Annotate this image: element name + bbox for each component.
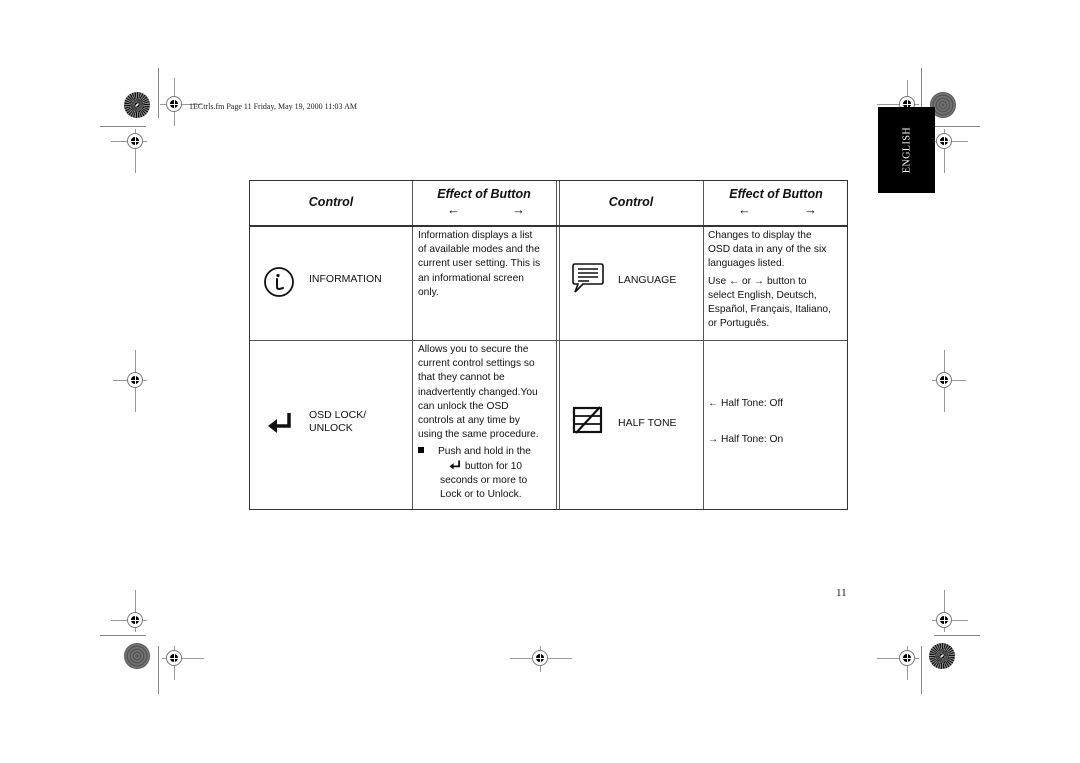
description-line: current user setting. This is <box>418 258 541 270</box>
column-divider <box>412 181 413 509</box>
description-line: controls at any time by <box>418 415 520 427</box>
crop-line <box>100 635 146 636</box>
row-divider <box>250 340 847 341</box>
description-line: OSD data in any of the six <box>708 244 827 256</box>
registration-target-bottom-left <box>124 643 150 669</box>
header-control-2: Control <box>608 195 654 209</box>
bullet-line: Push and hold in the <box>418 445 539 459</box>
control-label-information: INFORMATION <box>309 273 382 285</box>
description-line: languages listed. <box>708 258 785 270</box>
right-arrow-icon: → <box>512 202 525 217</box>
description-line: Changes to display the <box>708 230 812 241</box>
crop-line <box>100 126 146 127</box>
description-line: using the same procedure. <box>418 429 539 441</box>
registration-sunburst-top-left <box>124 92 150 118</box>
option-text: Half Tone: Off <box>721 398 783 409</box>
column-divider <box>703 181 704 509</box>
left-arrow-icon: ← <box>728 275 740 287</box>
right-arrow-icon: → <box>753 275 765 287</box>
language-tab-label: ENGLISH <box>901 126 912 174</box>
bullet-line: button for 10 <box>418 460 539 474</box>
description-line: or Português. <box>708 318 770 330</box>
left-arrow-icon: ← <box>738 202 751 217</box>
half-tone-option-on: → Half Tone: On <box>708 433 783 447</box>
half-tone-option-off: ← Half Tone: Off <box>708 397 783 411</box>
control-label-half-tone: HALF TONE <box>618 417 677 429</box>
left-arrow-icon: ← <box>708 398 719 409</box>
description-line: of available modes and the <box>418 244 540 256</box>
enter-key-icon <box>268 413 291 433</box>
language-speech-bubble-icon <box>572 263 604 293</box>
description-line: that they cannot be <box>418 372 505 384</box>
description-line: only. <box>418 286 439 298</box>
option-text: Half Tone: On <box>721 434 784 445</box>
description-line: Español, Français, Italiano, <box>708 304 831 316</box>
description-line: current control settings so <box>418 358 535 370</box>
right-arrow-icon: → <box>804 202 817 217</box>
header-effect-2: Effect of Button <box>729 187 823 201</box>
description-line: an informational screen <box>418 272 524 284</box>
bullet-line: Lock or to Unlock. <box>440 489 522 501</box>
information-icon <box>264 267 294 297</box>
header-control-1: Control <box>308 195 354 209</box>
label-line: UNLOCK <box>309 422 353 434</box>
right-arrow-icon: → <box>708 434 719 445</box>
left-arrow-icon: ← <box>447 202 460 217</box>
bullet-icon <box>418 447 424 454</box>
text: or <box>742 275 752 287</box>
controls-table: Control Effect of Button ← → Control Eff… <box>249 180 848 510</box>
text: button for 10 <box>464 460 523 472</box>
description-line: select English, Deutsch, <box>708 289 817 301</box>
description-osd-lock: Allows you to secure the current control… <box>418 343 539 502</box>
half-tone-icon <box>572 406 603 434</box>
registration-sunburst-bottom-right <box>929 643 955 669</box>
description-line: Use ← or → button to <box>708 275 831 289</box>
column-divider <box>556 181 557 509</box>
description-line: can unlock the OSD <box>418 400 509 412</box>
description-line: Information displays a list <box>418 230 533 241</box>
page-number: 11 <box>836 587 847 599</box>
bullet-line: seconds or more to <box>440 474 528 486</box>
description-line: Allows you to secure the <box>418 344 529 355</box>
control-label-language: LANGUAGE <box>618 274 677 286</box>
description-line: inadvertently changed.You <box>418 386 538 398</box>
header-rule <box>250 225 847 227</box>
crop-line <box>934 635 980 636</box>
text: Push and hold in the <box>438 446 531 458</box>
control-label-osd-lock: OSD LOCK/ UNLOCK <box>309 409 366 435</box>
description-language: Changes to display the OSD data in any o… <box>708 229 831 331</box>
language-tab: ENGLISH <box>878 107 935 193</box>
description-information: Information displays a list of available… <box>418 229 540 300</box>
file-metadata: 1ECtrls.fm Page 11 Friday, May 19, 2000 … <box>189 102 357 111</box>
text: Use <box>708 275 727 287</box>
enter-key-icon <box>449 460 460 470</box>
crop-line <box>158 646 159 694</box>
crop-line <box>921 646 922 694</box>
crop-line <box>158 68 159 118</box>
label-line: OSD LOCK/ <box>309 409 367 421</box>
crop-line <box>934 126 980 127</box>
column-divider <box>559 181 560 509</box>
header-effect-1: Effect of Button <box>437 187 531 201</box>
text: button to <box>766 275 807 287</box>
